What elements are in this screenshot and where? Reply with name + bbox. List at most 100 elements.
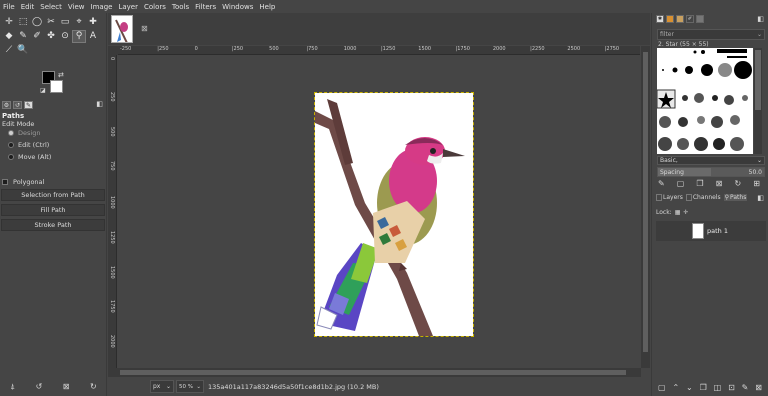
open-brush-icon[interactable]: ⊞ xyxy=(753,179,760,188)
ruler-v-label: 1000 xyxy=(109,196,115,209)
brush-scrollbar[interactable] xyxy=(754,48,762,154)
lasso-icon[interactable]: ◯ xyxy=(30,16,44,29)
text-tool-icon[interactable]: A xyxy=(86,30,100,43)
mode-design-option[interactable]: Design xyxy=(8,129,40,137)
unit-select[interactable]: px ⌄ xyxy=(150,380,174,393)
tab-paths[interactable]: ⚲ Paths xyxy=(723,194,748,201)
spacing-slider[interactable]: Spacing 50.0 xyxy=(657,167,765,177)
gradients-tab-icon[interactable]: ✐ xyxy=(686,15,694,23)
close-image-tab-icon[interactable]: ⊠ xyxy=(141,24,148,33)
menu-filters[interactable]: Filters xyxy=(195,3,216,11)
menu-layer[interactable]: Layer xyxy=(118,3,138,11)
horizontal-scroll-thumb[interactable] xyxy=(120,370,626,375)
radio-edit[interactable] xyxy=(8,142,14,148)
stroke-path-button[interactable]: Stroke Path xyxy=(1,219,105,231)
new-path-icon[interactable]: ▢ xyxy=(658,383,666,392)
menu-file[interactable]: File xyxy=(3,3,15,11)
fonts-tab-icon[interactable] xyxy=(676,15,684,23)
tab-layers[interactable]: Layers xyxy=(656,194,683,201)
stroke-path-icon[interactable]: ✎ xyxy=(742,383,749,392)
menu-image[interactable]: Image xyxy=(91,3,113,11)
filter-placeholder: filter xyxy=(660,31,674,38)
horizontal-scrollbar[interactable] xyxy=(108,368,641,377)
polygonal-checkbox[interactable] xyxy=(2,179,8,185)
raise-path-icon[interactable]: ⌃ xyxy=(672,383,679,392)
dock-menu-icon[interactable]: ◧ xyxy=(757,15,764,23)
delete-options-icon[interactable]: ⊠ xyxy=(63,382,70,392)
ruler-v-label: 1250 xyxy=(109,230,115,244)
lock-pixels-icon[interactable]: ▦ xyxy=(675,209,681,216)
duplicate-path-icon[interactable]: ❐ xyxy=(700,383,707,392)
reset-colors-icon[interactable]: ◪ xyxy=(40,87,46,94)
brush-dock-tabs: ✱ ✐ xyxy=(656,15,704,23)
palettes-tab-icon[interactable] xyxy=(696,15,704,23)
brush-scroll-thumb[interactable] xyxy=(755,50,761,110)
lower-path-icon[interactable]: ⌄ xyxy=(686,383,693,392)
mode-edit-option[interactable]: Edit (Ctrl) xyxy=(8,141,49,149)
eraser-icon[interactable]: ✐ xyxy=(30,30,44,43)
scissors-icon[interactable]: ✂ xyxy=(44,16,58,29)
panel-menu-icon[interactable]: ◧ xyxy=(96,100,103,108)
image-tab-thumbnail[interactable] xyxy=(111,15,133,43)
brush-filter-input[interactable]: filter ⌄ xyxy=(657,29,765,40)
radio-move[interactable] xyxy=(8,154,14,160)
polygonal-option[interactable]: Polygonal xyxy=(2,178,44,186)
background-color[interactable] xyxy=(50,80,63,93)
zoom-select[interactable]: 50 % ⌄ xyxy=(176,380,204,393)
swap-colors-icon[interactable]: ⇄ xyxy=(58,71,64,79)
ruler-v-label: 1500 xyxy=(109,265,115,279)
delete-brush-icon[interactable]: ⊠ xyxy=(716,179,723,188)
menu-edit[interactable]: Edit xyxy=(21,3,35,11)
crop-icon[interactable]: ▭ xyxy=(58,16,72,29)
save-options-icon[interactable]: ⍋ xyxy=(10,382,15,392)
restore-options-icon[interactable]: ↺ xyxy=(36,382,43,392)
tab-channels[interactable]: Channels xyxy=(685,194,721,201)
paths-tool-icon[interactable]: ⚲ xyxy=(72,29,86,43)
brush-grid[interactable] xyxy=(656,48,753,154)
duplicate-brush-icon[interactable]: ❐ xyxy=(696,179,703,188)
lock-position-icon[interactable]: ✛ xyxy=(683,209,688,216)
menu-windows[interactable]: Windows xyxy=(222,3,253,11)
ruler-h-label: 0 xyxy=(194,46,198,52)
menu-select[interactable]: Select xyxy=(40,3,62,11)
warp-icon[interactable]: ✚ xyxy=(86,16,100,29)
refresh-brushes-icon[interactable]: ↻ xyxy=(734,179,741,188)
rect-select-icon[interactable]: ⬚ xyxy=(16,16,30,29)
layers-dock-menu-icon[interactable]: ◧ xyxy=(757,194,764,202)
path-list-item[interactable]: path 1 xyxy=(656,221,766,241)
patterns-tab-icon[interactable] xyxy=(666,15,674,23)
heal-icon[interactable]: ✤ xyxy=(44,30,58,43)
menu-help[interactable]: Help xyxy=(259,3,275,11)
undo-history-tab-icon[interactable]: ↺ xyxy=(13,101,22,109)
new-brush-icon[interactable]: ▢ xyxy=(677,179,685,188)
color-picker-icon[interactable]: ⟋ xyxy=(2,44,16,57)
move-tool-icon[interactable]: ✛ xyxy=(2,16,16,29)
transform-icon[interactable]: ⌖ xyxy=(72,16,86,29)
radio-design[interactable] xyxy=(8,130,14,136)
canvas-area[interactable] xyxy=(118,56,640,368)
tool-options-tab-icon[interactable]: ✎ xyxy=(24,101,33,109)
mode-move-label: Move (Alt) xyxy=(18,153,52,161)
delete-path-icon[interactable]: ⊠ xyxy=(755,383,762,392)
device-status-tab-icon[interactable]: ⚙ xyxy=(2,101,11,109)
reset-options-icon[interactable]: ↻ xyxy=(90,382,97,392)
image-canvas[interactable] xyxy=(314,92,474,337)
bucket-fill-icon[interactable]: ◆ xyxy=(2,30,16,43)
dodge-icon[interactable]: ⊙ xyxy=(58,30,72,43)
paintbrush-icon[interactable]: ✎ xyxy=(16,30,30,43)
vertical-scrollbar[interactable] xyxy=(641,46,650,368)
selection-to-path-icon[interactable]: ⊡ xyxy=(728,383,735,392)
vertical-scroll-thumb[interactable] xyxy=(643,52,648,352)
brush-tag-input[interactable]: Basic, ⌄ xyxy=(657,156,765,165)
brushes-tab-icon[interactable]: ✱ xyxy=(656,15,664,23)
edit-brush-icon[interactable]: ✎ xyxy=(658,179,665,188)
path-to-selection-icon[interactable]: ◫ xyxy=(714,383,722,392)
menu-view[interactable]: View xyxy=(68,3,85,11)
mode-move-option[interactable]: Move (Alt) xyxy=(8,153,51,161)
menu-colors[interactable]: Colors xyxy=(144,3,166,11)
zoom-icon[interactable]: 🔍 xyxy=(16,44,30,57)
path-name[interactable]: path 1 xyxy=(707,227,728,235)
fill-path-button[interactable]: Fill Path xyxy=(1,204,105,216)
selection-from-path-button[interactable]: Selection from Path xyxy=(1,189,105,201)
menu-tools[interactable]: Tools xyxy=(172,3,189,11)
